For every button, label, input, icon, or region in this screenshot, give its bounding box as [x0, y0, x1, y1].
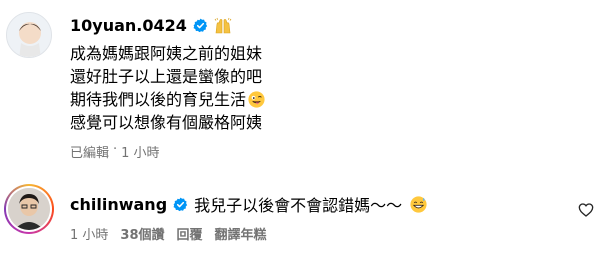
- comment-body: 成為媽媽跟阿姨之前的姐妹 還好肚子以上還是蠻像的吧 期待我們以後的育兒生活 感覺…: [70, 42, 265, 134]
- comment-line: 還好肚子以上還是蠻像的吧: [70, 67, 263, 86]
- grinning-sweat-face-icon: [410, 195, 427, 213]
- timestamp[interactable]: 1 小時: [70, 224, 108, 243]
- meta-separator: ·: [113, 142, 118, 157]
- comment-line: 感覺可以想像有個嚴格阿姨: [70, 113, 263, 132]
- edited-label: 已編輯: [70, 146, 110, 161]
- winking-tongue-face-icon: [248, 91, 265, 108]
- translate-button[interactable]: 翻譯年糕: [215, 224, 267, 243]
- avatar-photo: [8, 188, 50, 230]
- likes-count[interactable]: 38個讚: [120, 224, 164, 243]
- comment-meta: 1 小時 38個讚 回覆 翻譯年糕: [70, 224, 267, 243]
- timestamp[interactable]: 1 小時: [121, 142, 159, 161]
- avatar[interactable]: [6, 12, 52, 58]
- verified-badge-icon: [173, 197, 188, 211]
- raised-hands-icon: [214, 17, 232, 34]
- avatar: [8, 188, 50, 230]
- comment-text: 我兒子以後會不會認錯媽〜〜: [194, 196, 403, 215]
- verified-badge-icon: [193, 18, 208, 33]
- comment-item: chilinwang 我兒子以後會不會認錯媽〜〜 1 小時 38個讚 回覆 翻譯…: [0, 176, 606, 260]
- comment-line-text: 期待我們以後的育兒生活: [70, 90, 247, 109]
- avatar-story-ring[interactable]: [4, 184, 54, 234]
- reply-button[interactable]: 回覆: [177, 224, 203, 243]
- username[interactable]: 10yuan.0424: [70, 16, 187, 35]
- comment-item: 10yuan.0424 成為媽媽跟阿姨之前的姐妹 還好肚子以上還是蠻像的吧 期待…: [0, 0, 606, 170]
- comment-line: 期待我們以後的育兒生活: [70, 88, 265, 111]
- comment-line: 成為媽媽跟阿姨之前的姐妹: [70, 44, 263, 63]
- comment-meta: 已編輯 · 1 小時: [70, 142, 160, 161]
- avatar-photo: [7, 13, 51, 57]
- username[interactable]: chilinwang: [70, 195, 167, 214]
- heart-outline-icon[interactable]: [578, 202, 594, 218]
